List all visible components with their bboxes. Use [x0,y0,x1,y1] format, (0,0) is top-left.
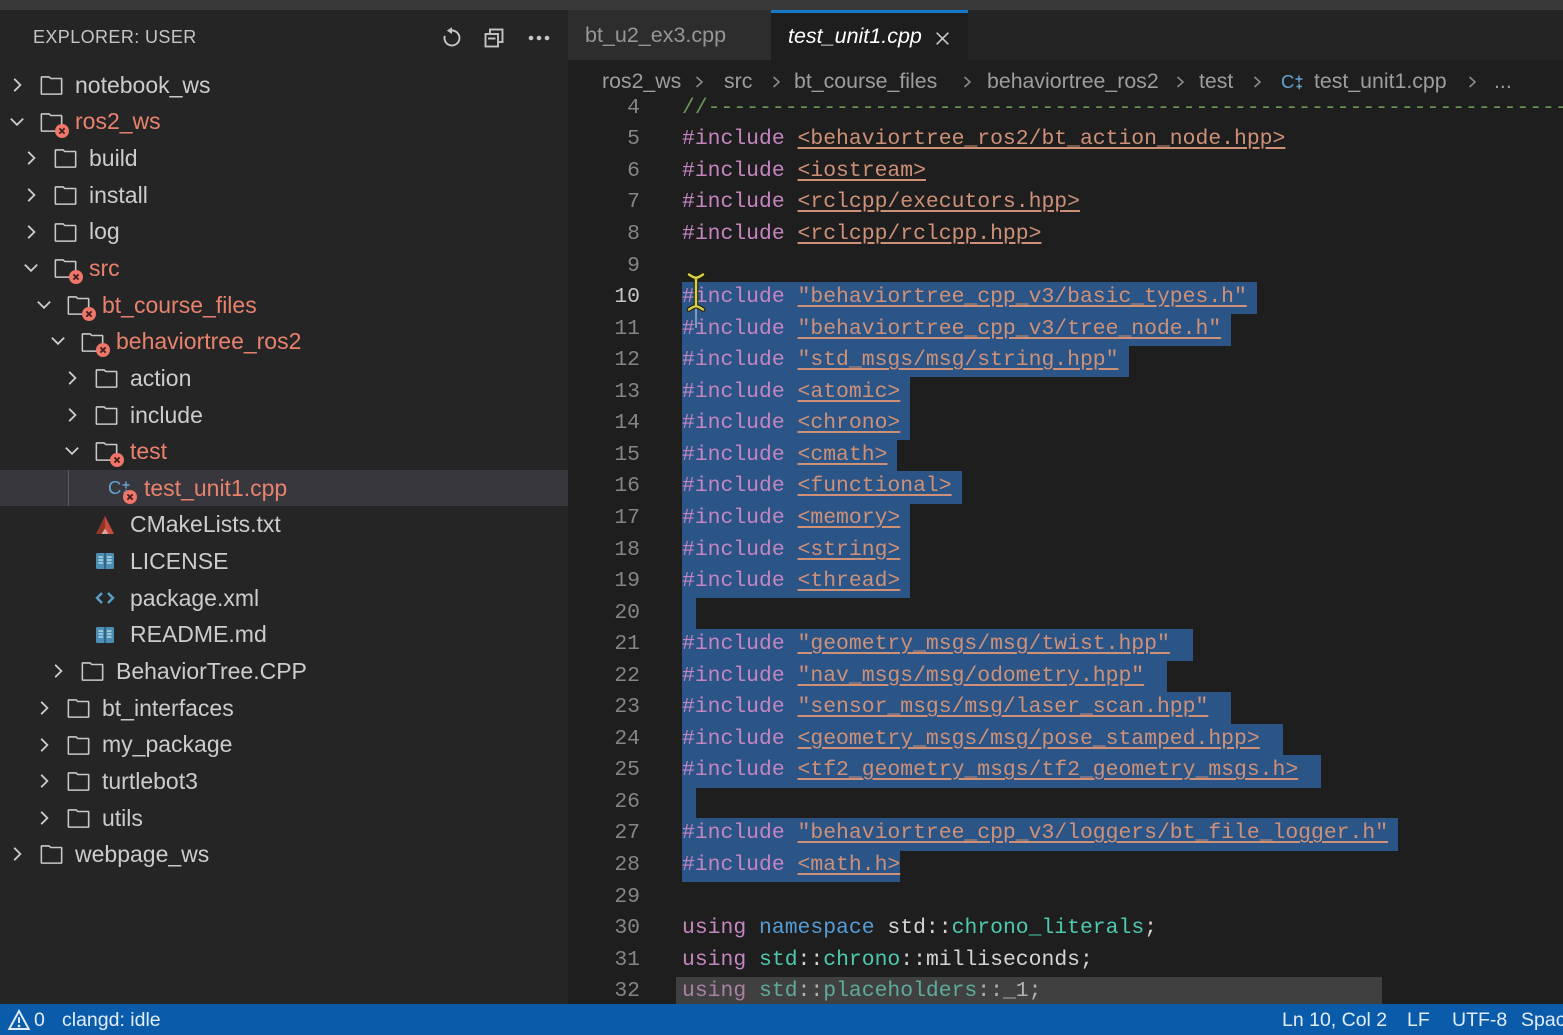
svg-text:C: C [1281,71,1294,92]
svg-text:C: C [108,477,121,498]
